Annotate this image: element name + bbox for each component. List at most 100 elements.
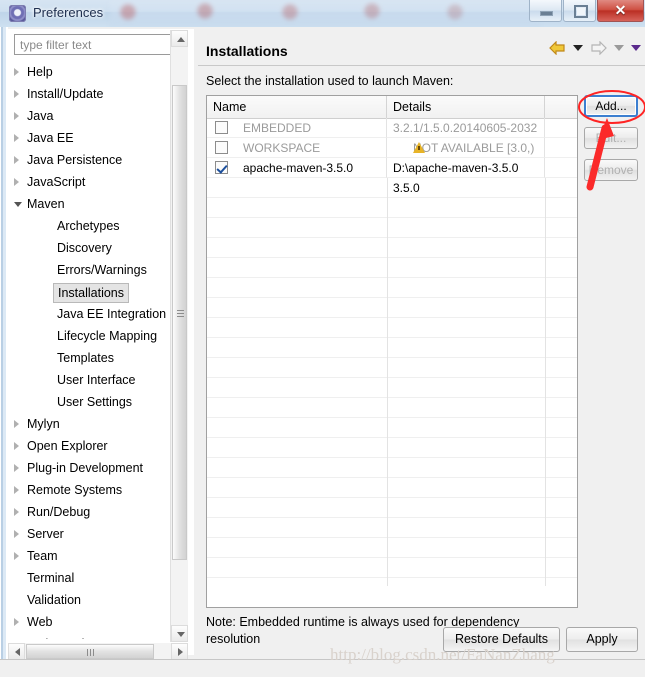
add-button[interactable]: Add... <box>584 95 638 117</box>
sidebar-item-web-services[interactable]: Web Services <box>14 633 174 639</box>
chevron-right-icon[interactable] <box>14 464 19 472</box>
sidebar-item-team[interactable]: Team <box>14 545 174 567</box>
vertical-scrollbar-thumb[interactable] <box>172 85 187 560</box>
sidebar-item-run-debug[interactable]: Run/Debug <box>14 501 174 523</box>
chevron-right-icon[interactable] <box>14 178 19 186</box>
window-controls: ✕ <box>528 0 644 22</box>
sidebar-item-discovery[interactable]: Discovery <box>14 237 174 259</box>
chevron-right-icon[interactable] <box>14 508 19 516</box>
column-header-name[interactable]: Name <box>207 96 387 118</box>
close-button[interactable]: ✕ <box>597 0 644 22</box>
row-checkbox[interactable] <box>215 121 228 134</box>
sidebar-item-installations[interactable]: Installations <box>14 281 174 303</box>
chevron-right-icon[interactable] <box>14 618 19 626</box>
chevron-down-icon[interactable] <box>14 202 22 207</box>
sidebar-item-label: Terminal <box>27 571 75 585</box>
view-menu-icon[interactable] <box>631 45 641 51</box>
chevron-right-icon[interactable] <box>14 134 19 142</box>
installation-name: apache-maven-3.5.0 <box>243 161 354 175</box>
chevron-right-icon[interactable] <box>14 552 19 560</box>
sidebar-item-label: Server <box>27 527 64 541</box>
back-dropdown-icon[interactable] <box>573 45 583 51</box>
chevron-right-icon[interactable] <box>14 156 19 164</box>
sidebar-item-open-explorer[interactable]: Open Explorer <box>14 435 174 457</box>
filter-placeholder: type filter text <box>20 38 92 52</box>
sidebar-item-help[interactable]: Help <box>14 61 174 83</box>
sidebar-item-server[interactable]: Server <box>14 523 174 545</box>
chevron-right-icon[interactable] <box>14 90 19 98</box>
chevron-right-icon[interactable] <box>14 420 19 428</box>
sidebar-item-java-ee[interactable]: Java EE <box>14 127 174 149</box>
sidebar-item-label: Archetypes <box>57 219 120 233</box>
chevron-right-icon[interactable] <box>14 530 19 538</box>
scroll-right-button[interactable] <box>171 643 188 660</box>
minimize-button[interactable] <box>529 0 562 22</box>
sidebar-item-java-persistence[interactable]: Java Persistence <box>14 149 174 171</box>
chevron-right-icon[interactable] <box>14 442 19 450</box>
sidebar-item-java[interactable]: Java <box>14 105 174 127</box>
maximize-icon <box>574 5 588 18</box>
preferences-tree[interactable]: Help Install/Update Java Java EE Java Persis… <box>14 61 174 639</box>
sidebar-item-user-settings[interactable]: User Settings <box>14 391 174 413</box>
cell-name: WORKSPACE <box>207 138 387 158</box>
installation-name: WORKSPACE <box>243 141 321 155</box>
sidebar-item-validation[interactable]: Validation <box>14 589 174 611</box>
sidebar-item-label: JavaScript <box>27 175 86 189</box>
page-nav-toolbar <box>549 41 641 55</box>
sidebar-vertical-scrollbar[interactable] <box>170 30 188 642</box>
table-grid-line <box>387 178 388 586</box>
scroll-up-button[interactable] <box>171 30 188 47</box>
cell-extra <box>545 118 577 138</box>
table-empty-rows <box>207 178 577 586</box>
horizontal-scrollbar-thumb[interactable] <box>26 644 154 659</box>
sidebar-item-label: Java Persistence <box>27 153 123 167</box>
sidebar-item-lifecycle-mapping[interactable]: Lifecycle Mapping <box>14 325 174 347</box>
chevron-right-icon[interactable] <box>14 68 19 76</box>
maximize-button[interactable] <box>563 0 596 22</box>
sidebar-item-user-interface[interactable]: User Interface <box>14 369 174 391</box>
sidebar-item-mylyn[interactable]: Mylyn <box>14 413 174 435</box>
sidebar-item-install-update[interactable]: Install/Update <box>14 83 174 105</box>
triangle-left-icon <box>15 648 20 656</box>
sidebar-item-maven[interactable]: Maven <box>14 193 174 215</box>
sidebar-item-java-ee-integration[interactable]: Java EE Integration <box>14 303 174 325</box>
chevron-right-icon[interactable] <box>14 486 19 494</box>
sidebar-item-label: Team <box>27 549 58 563</box>
table-grid-line <box>545 178 546 586</box>
sidebar-horizontal-scrollbar[interactable] <box>8 643 188 660</box>
forward-dropdown-icon[interactable] <box>614 45 624 51</box>
header-divider <box>198 65 645 66</box>
sidebar-item-templates[interactable]: Templates <box>14 347 174 369</box>
sidebar-item-archetypes[interactable]: Archetypes <box>14 215 174 237</box>
column-header-extra[interactable] <box>545 96 577 118</box>
sidebar-item-label: Web Services <box>27 633 104 639</box>
sidebar-item-web[interactable]: Web <box>14 611 174 633</box>
table-row[interactable]: apache-maven-3.5.0 D:\apache-maven-3.5.0 … <box>207 158 577 195</box>
back-arrow-icon[interactable] <box>549 41 566 55</box>
sidebar-item-label: Maven <box>27 197 65 211</box>
sidebar-item-remote-systems[interactable]: Remote Systems <box>14 479 174 501</box>
chevron-right-icon[interactable] <box>14 112 19 120</box>
column-header-details[interactable]: Details <box>387 96 545 118</box>
title-bar-blurred-background <box>110 0 540 27</box>
row-checkbox[interactable] <box>215 161 228 174</box>
window-title: Preferences <box>33 5 104 20</box>
table-row[interactable]: EMBEDDED 3.2.1/1.5.0.20140605-2032 <box>207 118 577 138</box>
scroll-left-button[interactable] <box>8 643 25 660</box>
table-row[interactable]: WORKSPACE NOT AVAILABLE [3.0,) <box>207 138 577 158</box>
watermark-text: http://blog.csdn.net/FaNanZhang <box>330 645 555 664</box>
scroll-down-button[interactable] <box>171 625 188 642</box>
sidebar-item-plug-in-development[interactable]: Plug-in Development <box>14 457 174 479</box>
installations-table[interactable]: Name Details EMBEDDED 3.2.1/1.5.0.2014060… <box>206 95 578 608</box>
installation-details: 3.2.1/1.5.0.20140605-2032 <box>393 121 538 135</box>
sidebar-item-label: Lifecycle Mapping <box>57 329 158 343</box>
sidebar-item-label: User Interface <box>57 373 136 387</box>
row-checkbox[interactable] <box>215 141 228 154</box>
sidebar-item-label: User Settings <box>57 395 133 409</box>
sidebar-item-label: Open Explorer <box>27 439 108 453</box>
sidebar-item-javascript[interactable]: JavaScript <box>14 171 174 193</box>
title-bar: Preferences ✕ <box>0 0 645 27</box>
sidebar-item-errors-warnings[interactable]: Errors/Warnings <box>14 259 174 281</box>
filter-input[interactable]: type filter text <box>14 34 182 55</box>
sidebar-item-terminal[interactable]: Terminal <box>14 567 174 589</box>
